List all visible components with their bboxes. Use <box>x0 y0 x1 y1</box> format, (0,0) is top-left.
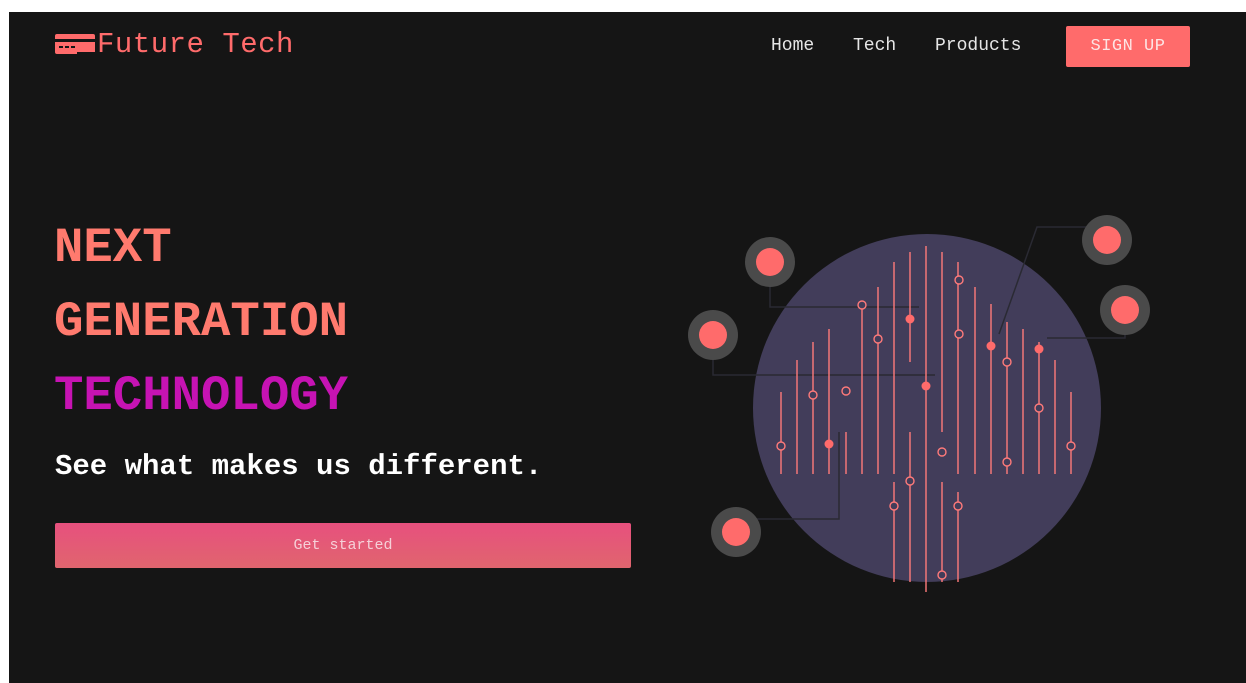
get-started-button[interactable]: Get started <box>55 523 631 568</box>
nav-home-link[interactable]: Home <box>771 36 814 56</box>
hero-headline-line-3: TECHNOLOGY <box>54 368 349 424</box>
brand-name: Future Tech <box>97 28 294 61</box>
brand-logo[interactable]: Future Tech <box>55 30 294 60</box>
circuit-globe-icon <box>679 192 1179 617</box>
card-icon <box>55 34 95 56</box>
signup-button[interactable]: SIGN UP <box>1066 26 1190 67</box>
page-frame: Future Tech Home Tech Products SIGN UP N… <box>9 12 1246 683</box>
hero-headline-line-2: GENERATION <box>54 294 349 350</box>
nav-products-link[interactable]: Products <box>935 36 1021 56</box>
hero-headline-line-1: NEXT <box>54 220 172 276</box>
hero-tagline: See what makes us different. <box>55 450 543 483</box>
nav-tech-link[interactable]: Tech <box>853 36 896 56</box>
